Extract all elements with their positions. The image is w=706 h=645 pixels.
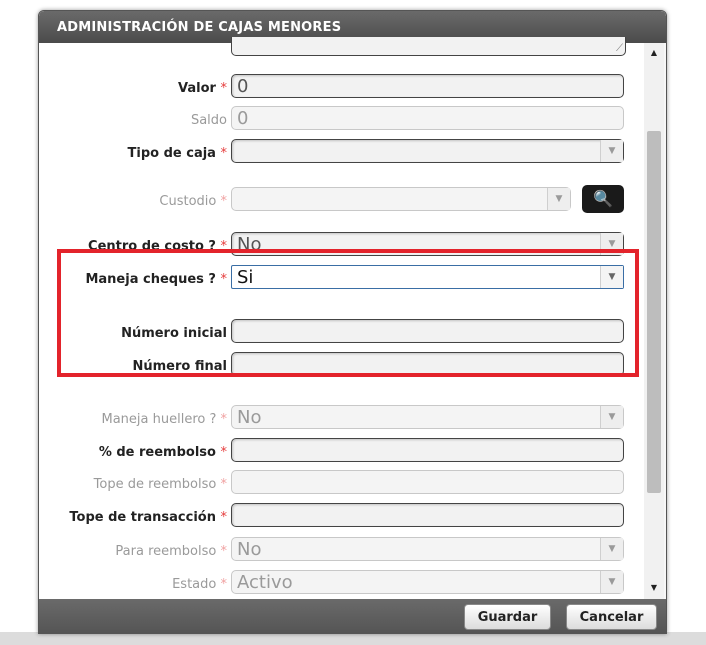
scroll-down-icon[interactable]: ▼ (644, 580, 664, 596)
form-row-tope-reembolso: Tope de reembolso * (39, 470, 647, 498)
form-row-maneja-huellero: Maneja huellero ? * No ▼ (39, 405, 647, 433)
dialog: ADMINISTRACIÓN DE CAJAS MENORES ⟋ Valor … (38, 10, 667, 634)
tope-transaccion-input[interactable] (231, 503, 624, 527)
dialog-footer: Guardar Cancelar (39, 599, 666, 633)
form-row-pct-reembolso: % de reembolso * (39, 438, 647, 466)
para-reembolso-label: Para reembolso * (115, 544, 227, 559)
tope-reembolso-label: Tope de reembolso * (93, 477, 227, 492)
chevron-down-icon: ▼ (600, 406, 623, 428)
custodio-select: ▼ (231, 187, 571, 211)
para-reembolso-select: No ▼ (231, 537, 624, 561)
valor-label: Valor * (178, 81, 227, 96)
tope-reembolso-input (231, 470, 624, 494)
form-row-tope-transaccion: Tope de transacción * (39, 503, 647, 531)
search-icon: 🔍 (593, 189, 613, 208)
valor-input[interactable]: 0 (231, 74, 624, 98)
form-row-estado: Estado * Activo ▼ (39, 570, 647, 598)
chevron-down-icon[interactable]: ▼ (600, 140, 623, 162)
saldo-input: 0 (231, 106, 624, 130)
resize-grip-icon[interactable]: ⟋ (616, 43, 623, 54)
saldo-label: Saldo (190, 113, 227, 128)
chevron-down-icon: ▼ (600, 538, 623, 560)
form-row-para-reembolso: Para reembolso * No ▼ (39, 537, 647, 565)
estado-select: Activo ▼ (231, 570, 624, 594)
scroll-up-icon[interactable]: ▲ (644, 45, 664, 61)
backdrop (662, 0, 706, 645)
estado-label: Estado * (172, 577, 227, 592)
form-content: ⟋ Valor * 0 Saldo 0 Tipo de caja * ▼ Cus… (39, 37, 647, 599)
form-row-custodio: Custodio * ▼ (39, 187, 647, 215)
save-button[interactable]: Guardar (464, 604, 551, 630)
tipo-caja-label: Tipo de caja * (127, 146, 227, 161)
backdrop (0, 0, 38, 645)
custodio-search-button[interactable]: 🔍 (582, 185, 624, 213)
tipo-caja-select[interactable]: ▼ (231, 139, 624, 163)
form-row-valor: Valor * 0 (39, 74, 647, 102)
custodio-label: Custodio * (159, 194, 227, 209)
form-row-saldo: Saldo 0 (39, 106, 647, 134)
chevron-down-icon: ▼ (547, 188, 570, 210)
description-textarea[interactable]: ⟋ (231, 37, 626, 56)
maneja-huellero-select: No ▼ (231, 405, 624, 429)
highlight-box (57, 249, 639, 377)
vertical-scrollbar[interactable]: ▲ ▼ (644, 43, 664, 599)
form-row-tipo-caja: Tipo de caja * ▼ (39, 139, 647, 167)
chevron-down-icon: ▼ (600, 571, 623, 593)
cancel-button[interactable]: Cancelar (566, 604, 657, 630)
tope-transaccion-label: Tope de transacción * (69, 510, 227, 525)
dialog-title: ADMINISTRACIÓN DE CAJAS MENORES (57, 20, 342, 35)
pct-reembolso-input[interactable] (231, 438, 624, 462)
form-row-description: ⟋ (39, 37, 647, 71)
scroll-thumb[interactable] (647, 131, 661, 493)
pct-reembolso-label: % de reembolso * (98, 445, 227, 460)
maneja-huellero-label: Maneja huellero ? * (101, 412, 227, 427)
